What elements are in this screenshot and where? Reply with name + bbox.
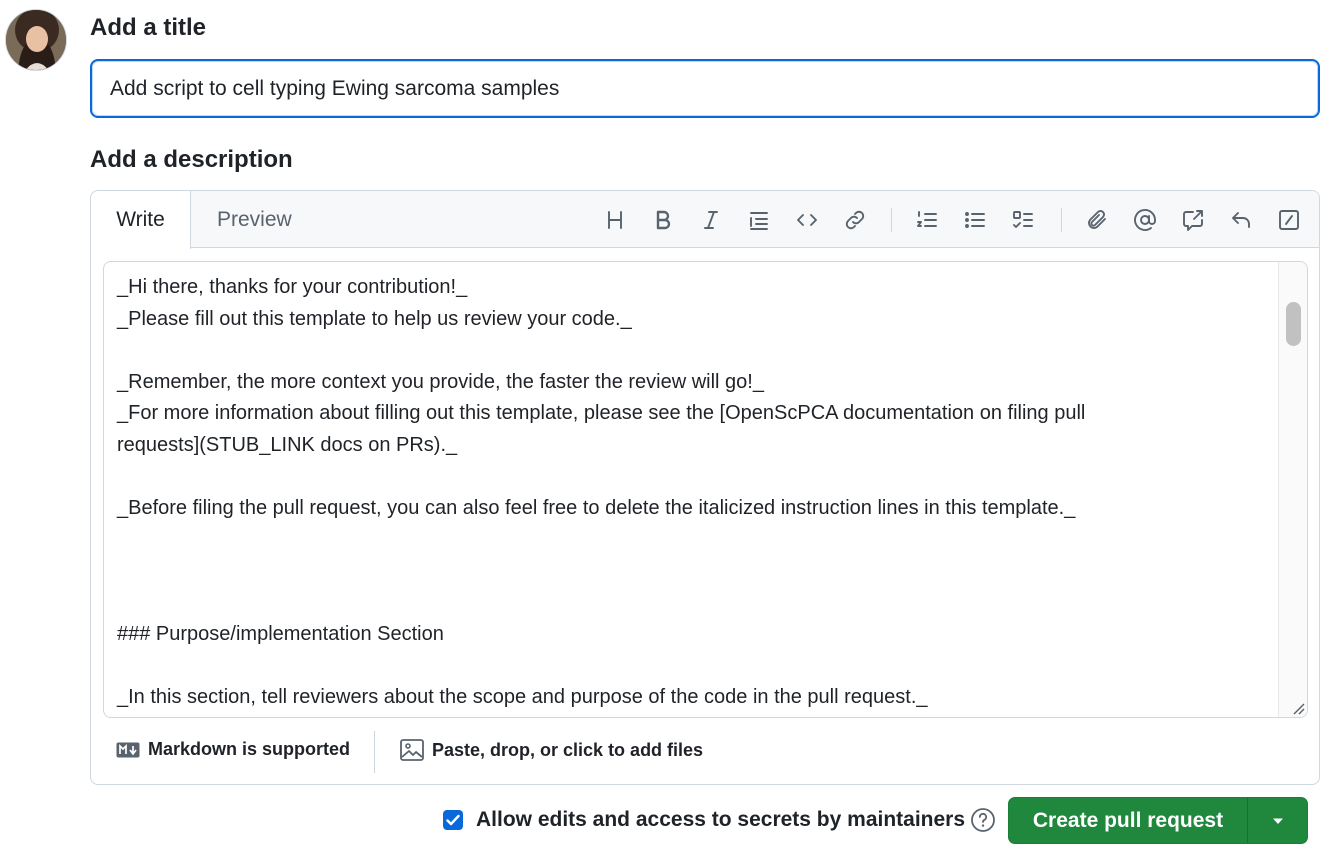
check-icon: [446, 814, 460, 826]
description-line: _Before filing the pull request, you can…: [117, 496, 1076, 519]
title-input[interactable]: [90, 59, 1320, 118]
description-line: [117, 335, 1267, 367]
avatar[interactable]: [5, 9, 67, 71]
description-text[interactable]: _Hi there, thanks for your contribution!…: [117, 272, 1267, 713]
description-line: [117, 524, 1267, 556]
italic-icon[interactable]: [695, 205, 727, 235]
slash-commands-icon[interactable]: [1273, 205, 1305, 235]
image-icon: [400, 739, 424, 761]
markdown-hint[interactable]: Markdown is supported: [116, 739, 350, 760]
editor-footer: Markdown is supported Paste, drop, or cl…: [91, 729, 1319, 773]
textarea-scrollbar[interactable]: [1278, 262, 1307, 717]
description-line: _Remember, the more context you provide,…: [117, 370, 764, 393]
description-line: [117, 587, 1267, 619]
description-line: _Please fill out this template to help u…: [117, 307, 632, 330]
attach-icon[interactable]: [1081, 205, 1113, 235]
triangle-down-icon: [1272, 818, 1283, 824]
unordered-list-icon[interactable]: [959, 205, 991, 235]
description-line: [117, 650, 1267, 682]
cross-reference-icon[interactable]: [1177, 205, 1209, 235]
pull-request-form: Add a title Add a description Write Prev…: [0, 0, 1340, 862]
description-editor: Write Preview _Hi there, thanks for your…: [90, 190, 1320, 785]
description-line: _For more information about filling out …: [117, 402, 1086, 424]
description-line: ### Purpose/implementation Section: [117, 622, 444, 645]
create-pull-request-button[interactable]: Create pull request: [1008, 797, 1308, 844]
quote-icon[interactable]: [743, 205, 775, 235]
add-files-button[interactable]: Paste, drop, or click to add files: [400, 739, 703, 761]
create-pull-request-label[interactable]: Create pull request: [1009, 798, 1247, 843]
editor-toolbar: Write Preview: [91, 191, 1319, 249]
tab-preview[interactable]: Preview: [193, 191, 316, 249]
allow-edits-label[interactable]: Allow edits and access to secrets by mai…: [476, 808, 965, 832]
create-options-dropdown[interactable]: [1248, 798, 1307, 843]
help-icon[interactable]: [970, 807, 996, 833]
add-files-label: Paste, drop, or click to add files: [432, 739, 704, 760]
allow-edits-checkbox[interactable]: [443, 810, 463, 830]
resize-handle-icon[interactable]: [1289, 699, 1305, 715]
description-textarea[interactable]: _Hi there, thanks for your contribution!…: [103, 261, 1308, 718]
task-list-icon[interactable]: [1007, 205, 1039, 235]
code-icon[interactable]: [791, 205, 823, 235]
description-line: _In this section, tell reviewers about t…: [117, 685, 928, 708]
link-icon[interactable]: [839, 205, 871, 235]
heading-icon[interactable]: [599, 205, 631, 235]
markdown-label: Markdown is supported: [148, 739, 351, 759]
markdown-icon: [116, 742, 140, 757]
description-line: [117, 556, 1267, 588]
bold-icon[interactable]: [647, 205, 679, 235]
title-label: Add a title: [90, 14, 207, 41]
description-line: requests](STUB_LINK docs on PRs)._: [117, 433, 458, 456]
ordered-list-icon[interactable]: [911, 205, 943, 235]
undo-icon[interactable]: [1225, 205, 1257, 235]
description-line: _Hi there, thanks for your contribution!…: [117, 276, 468, 298]
mention-icon[interactable]: [1129, 205, 1161, 235]
description-line: [117, 461, 1267, 493]
scrollbar-thumb[interactable]: [1286, 302, 1301, 346]
description-label: Add a description: [90, 146, 293, 173]
form-actions: Allow edits and access to secrets by mai…: [90, 796, 1320, 846]
tab-write[interactable]: Write: [91, 191, 191, 249]
